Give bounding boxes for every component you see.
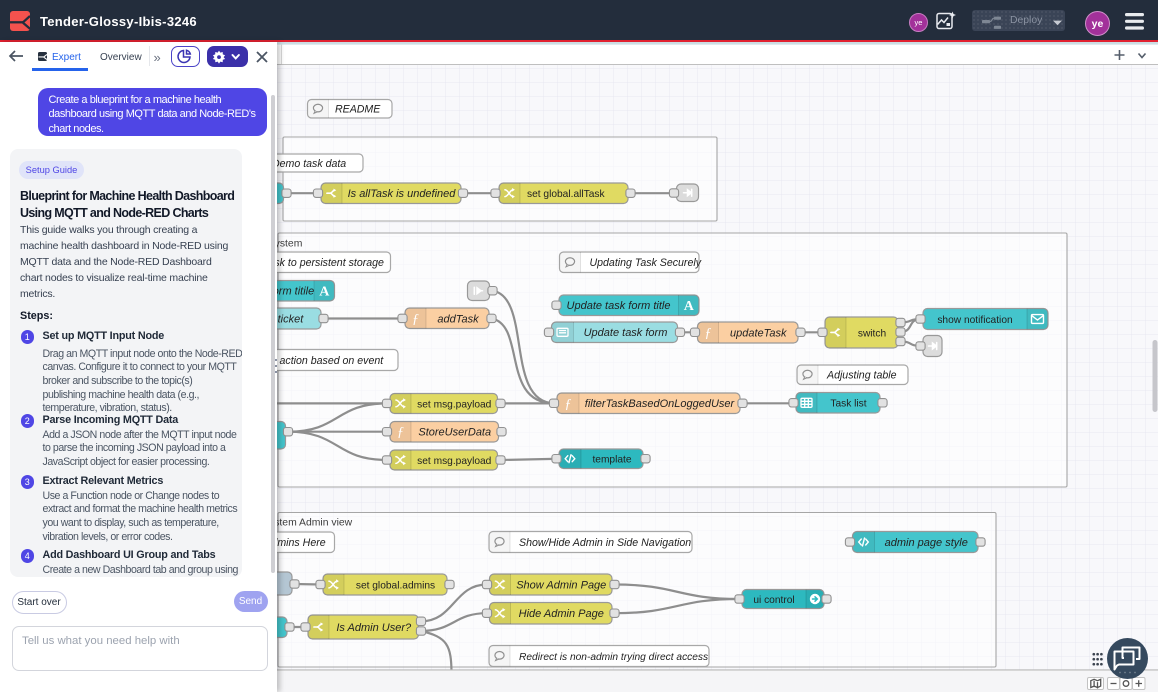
svg-text:admin page style: admin page style: [885, 537, 968, 549]
svg-text:A: A: [319, 285, 330, 300]
svg-text:addTask: addTask: [437, 313, 479, 325]
svg-text:set global.admins: set global.admins: [356, 580, 435, 591]
svg-text:StoreUserData: StoreUserData: [418, 427, 491, 439]
svg-text:Updating Task Securely: Updating Task Securely: [590, 257, 702, 269]
svg-text:Is allTask is undefined: Is allTask is undefined: [348, 188, 457, 200]
svg-text:ƒ: ƒ: [397, 425, 404, 440]
svg-text:ƒ: ƒ: [565, 397, 572, 412]
svg-text:Update task form: Update task form: [584, 327, 668, 339]
svg-text:ƒ: ƒ: [412, 312, 419, 327]
svg-text:Update task form title: Update task form title: [567, 300, 671, 312]
svg-text:Show Admin Page: Show Admin Page: [516, 579, 606, 591]
svg-text:README: README: [335, 104, 381, 116]
svg-text:Demo task data: Demo task data: [272, 158, 346, 170]
svg-text:show notification: show notification: [937, 315, 1012, 326]
svg-text:Task to persistent storage: Task to persistent storage: [263, 257, 384, 269]
svg-text:Show/Hide Admin in Side Naviga: Show/Hide Admin in Side Navigation: [519, 537, 691, 549]
svg-text:A: A: [684, 299, 695, 314]
svg-text:filterTaskBasedOnLoggedUser: filterTaskBasedOnLoggedUser: [585, 398, 736, 410]
svg-text:updateTask: updateTask: [730, 327, 787, 339]
svg-text:Is Admin User?: Is Admin User?: [336, 622, 412, 634]
svg-text:Redirect is non-admin trying d: Redirect is non-admin trying direct acce…: [519, 652, 708, 663]
svg-text:ui control: ui control: [753, 595, 794, 606]
svg-text:set global.allTask: set global.allTask: [527, 189, 605, 200]
svg-text:set msg.payload: set msg.payload: [417, 456, 492, 467]
svg-text:ƒ: ƒ: [705, 326, 712, 341]
svg-text:template: template: [592, 455, 631, 466]
svg-text:Task list: Task list: [830, 399, 866, 410]
svg-text:Hide Admin Page: Hide Admin Page: [519, 608, 604, 620]
svg-text:set msg.payload: set msg.payload: [417, 399, 492, 410]
svg-text:Adjusting table: Adjusting table: [826, 370, 897, 382]
svg-text:switch: switch: [858, 328, 886, 339]
